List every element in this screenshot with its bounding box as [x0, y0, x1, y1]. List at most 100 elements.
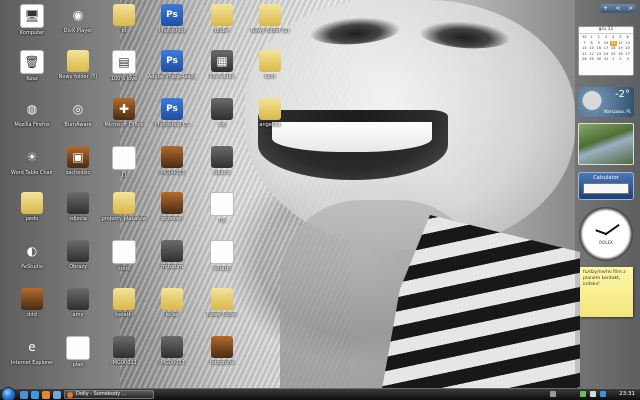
desktop-icon[interactable]: ◐ PeStudio [8, 240, 56, 271]
calendar-day[interactable]: 31 [603, 57, 610, 62]
internet-explorer-icon[interactable] [31, 391, 39, 399]
switch-windows-icon[interactable] [53, 391, 61, 399]
desktop-icon[interactable]: ▣ zachodzic [54, 146, 102, 177]
calendar-day[interactable]: 17 [603, 46, 610, 51]
calendar-day[interactable]: 12 [617, 41, 624, 46]
calendar-day[interactable]: 14 [581, 46, 588, 51]
calendar-day[interactable]: 15 [588, 46, 595, 51]
clock-gadget[interactable]: ROLEX [579, 207, 633, 261]
weather-gadget[interactable]: -2° Warszawa, PL [578, 87, 634, 117]
calendar-day[interactable]: 6 [624, 35, 631, 40]
language-icon[interactable] [550, 391, 556, 397]
calendar-day[interactable]: 2 [617, 57, 624, 62]
calendar-day[interactable]: 16 [595, 46, 602, 51]
calendar-day[interactable]: 21 [581, 52, 588, 57]
slideshow-gadget[interactable] [578, 123, 634, 165]
start-button[interactable] [1, 387, 16, 400]
desktop-icon[interactable]: ◎ BurnAware [54, 98, 102, 129]
calendar-day[interactable]: 3 [603, 35, 610, 40]
desktop-icon[interactable]: Tlo [198, 192, 246, 225]
desktop-icon[interactable]: ddd [8, 288, 56, 319]
clock-time[interactable]: 23:31 [619, 390, 635, 399]
taskbar-item-media-player[interactable]: Dolly - Somebody ... [64, 390, 154, 399]
desktop-icon[interactable]: [] [100, 146, 148, 179]
sticky-note-gadget[interactable]: fu/dzy/ne/mi film z planem kontakt, inde… [580, 267, 633, 317]
calendar-day[interactable]: 13 [624, 41, 631, 46]
calendar-day[interactable]: 19 [617, 46, 624, 51]
desktop-icon[interactable]: Ps Photoshop [148, 4, 196, 35]
desktop-icon[interactable]: Obrazy [54, 240, 102, 271]
desktop-icon[interactable]: plan [54, 336, 102, 369]
desktop-icon[interactable]: angelika [246, 98, 294, 129]
calendar-day[interactable]: 30 [581, 35, 588, 40]
calendar-day[interactable]: 25 [610, 52, 617, 57]
desktop-icon[interactable]: amy [54, 288, 102, 319]
network-icon[interactable] [580, 391, 586, 397]
calendar-day[interactable]: 29 [588, 57, 595, 62]
desktop-icon[interactable]: projekty plakatow [100, 192, 148, 223]
calendar-day[interactable]: 3 [624, 57, 631, 62]
desktop-icon[interactable]: zdj [198, 98, 246, 129]
desktop-icon[interactable]: moto [100, 240, 148, 273]
calendar-day[interactable]: 11 [609, 40, 617, 46]
calendar-day[interactable]: 26 [617, 52, 624, 57]
desktop-icon[interactable]: IMG00017 [148, 336, 196, 367]
calendar-day[interactable]: 10 [603, 41, 610, 46]
desktop-icon[interactable]: Nowy folder (5) [54, 50, 102, 81]
calendar-day[interactable]: 24 [603, 52, 610, 57]
calendar-day[interactable]: 27 [624, 52, 631, 57]
calendar-day[interactable]: 9 [595, 41, 602, 46]
calendar-day[interactable]: 5 [617, 35, 624, 40]
calendar-day[interactable]: 18 [610, 46, 617, 51]
sidebar-controls[interactable]: + < > [600, 4, 636, 13]
desktop-icon[interactable]: IMG00021 [100, 336, 148, 367]
sidebar-next-button[interactable]: > [628, 5, 633, 12]
volume-icon[interactable] [590, 391, 596, 397]
calculator-display[interactable] [583, 183, 629, 194]
desktop-icon[interactable]: 🖥 Komputer [8, 4, 56, 37]
desktop-icon[interactable]: Ps Adobe ImageReady [148, 50, 196, 81]
sidebar-add-gadget-button[interactable]: + [603, 5, 608, 12]
desktop-icon[interactable]: Nowy folder (2) [246, 4, 294, 35]
desktop-icon[interactable]: ◍ Mozilla Firefox [8, 98, 56, 129]
show-desktop-icon[interactable] [20, 391, 28, 399]
calendar-day[interactable]: 28 [581, 57, 588, 62]
sidebar-prev-button[interactable]: < [615, 5, 620, 12]
desktop-icon[interactable]: kwiatki [100, 288, 148, 319]
desktop-icon[interactable]: Bilder [198, 4, 246, 35]
sticky-note-text[interactable]: fu/dzy/ne/mi film z planem kontakt, inde… [583, 270, 626, 287]
messenger-icon[interactable] [600, 391, 606, 397]
desktop-icon[interactable]: wrzesien [148, 192, 196, 223]
calendar-day[interactable]: 4 [610, 35, 617, 40]
desktop-icon[interactable]: pedo [8, 192, 56, 223]
calendar-day[interactable]: 7 [581, 41, 588, 46]
desktop-icon[interactable]: kefir [246, 50, 294, 81]
desktop-icon[interactable]: ◉ DivX Player [54, 4, 102, 35]
desktop-icon[interactable]: Nowy folder [198, 288, 246, 319]
desktop-icon[interactable]: ☀ Word Table Chair [8, 146, 56, 177]
desktop-icon[interactable]: kolaz [148, 288, 196, 319]
desktop-icon[interactable]: ▤ 100% love [100, 50, 148, 83]
desktop-icon[interactable]: 🗑 Kosz [8, 50, 56, 83]
desktop-icon[interactable]: zdjecia [54, 192, 102, 223]
desktop-icon[interactable]: Ps Photoshop CS [148, 98, 196, 129]
desktop-icon[interactable]: ✚ Microsoft Office [100, 98, 148, 129]
calendar-day[interactable]: 1 [588, 35, 595, 40]
firefox-icon[interactable] [42, 391, 50, 399]
desktop-icon[interactable]: muzeum [148, 240, 196, 271]
desktop-icon[interactable]: ▦ Plik wideo [198, 50, 246, 81]
desktop-icon[interactable]: kt [100, 4, 148, 35]
calculator-gadget[interactable]: Calculator [578, 172, 634, 200]
desktop-icon[interactable]: zdjecie [198, 146, 246, 177]
desktop-icon[interactable]: IMG00003 [148, 146, 196, 177]
calendar-day[interactable]: 23 [595, 52, 602, 57]
calendar-day[interactable]: 1 [610, 57, 617, 62]
calendar-day[interactable]: 22 [588, 52, 595, 57]
calendar-gadget[interactable]: gru 11 30 1 2 3 4 5 6 7 8 9 10 11 12 13 14 15 16 17 18 19 20… [578, 26, 634, 76]
calendar-day[interactable]: 30 [595, 57, 602, 62]
calendar-day[interactable]: 8 [588, 41, 595, 46]
calendar-day[interactable]: 2 [595, 35, 602, 40]
desktop-icon[interactable]: e Internet Explorer [8, 336, 56, 367]
desktop-icon[interactable]: fotografia [198, 336, 246, 367]
calendar-day[interactable]: 20 [624, 46, 631, 51]
